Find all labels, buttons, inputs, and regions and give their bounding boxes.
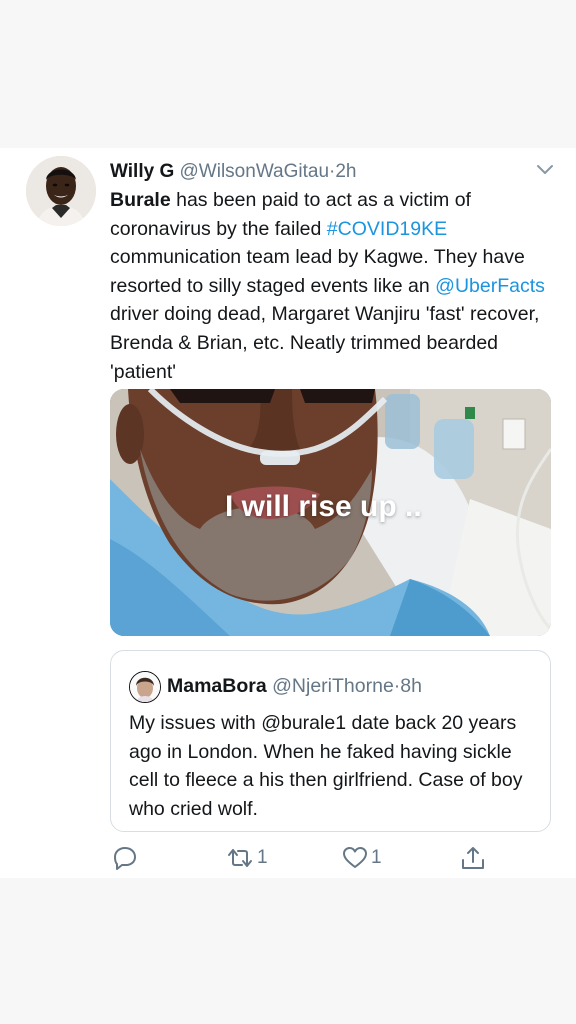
- share-icon: [460, 845, 486, 871]
- media-overlay-text: I will rise up ..: [225, 490, 422, 523]
- author-name[interactable]: Willy G: [110, 161, 174, 182]
- tweet-header: Willy G @WilsonWaGitau·2h: [110, 158, 540, 186]
- like-button[interactable]: 1: [342, 844, 382, 872]
- quoted-tweet[interactable]: MamaBora @NjeriThorne·8h My issues with …: [110, 650, 551, 832]
- tweet-action-bar: 1 1: [110, 840, 550, 876]
- author-avatar[interactable]: [26, 156, 96, 226]
- tweet-text-segment: driver doing dead, Margaret Wanjiru 'fas…: [110, 303, 540, 383]
- tweet-body: Burale has been paid to act as a victim …: [110, 186, 550, 386]
- mention-link[interactable]: @UberFacts: [435, 275, 545, 297]
- retweet-count: 1: [257, 847, 268, 868]
- retweet-icon: [226, 846, 254, 870]
- quoted-tweet-timestamp[interactable]: 8h: [400, 675, 422, 697]
- tweet-timestamp[interactable]: 2h: [335, 161, 356, 182]
- bottom-blank-area: [0, 878, 576, 1024]
- quoted-author-name[interactable]: MamaBora: [167, 675, 267, 697]
- tweet-media-photo[interactable]: I will rise up ..: [110, 389, 551, 636]
- chevron-down-icon[interactable]: [534, 160, 556, 180]
- quoted-tweet-header: MamaBora @NjeriThorne·8h: [167, 671, 537, 701]
- share-button[interactable]: [460, 844, 486, 872]
- top-blank-area: [0, 0, 576, 148]
- like-count: 1: [371, 847, 382, 868]
- retweet-button[interactable]: 1: [226, 844, 268, 872]
- hashtag-link[interactable]: #COVID19KE: [327, 218, 447, 240]
- reply-button[interactable]: [112, 844, 138, 872]
- quoted-author-handle[interactable]: @NjeriThorne: [272, 675, 394, 697]
- heart-icon: [342, 846, 368, 870]
- author-handle[interactable]: @WilsonWaGitau: [180, 161, 330, 182]
- quoted-author-avatar[interactable]: [129, 671, 161, 703]
- reply-icon: [112, 845, 138, 871]
- quoted-tweet-body: My issues with @burale1 date back 20 yea…: [129, 712, 523, 820]
- tweet-text-bold: Burale: [110, 189, 171, 211]
